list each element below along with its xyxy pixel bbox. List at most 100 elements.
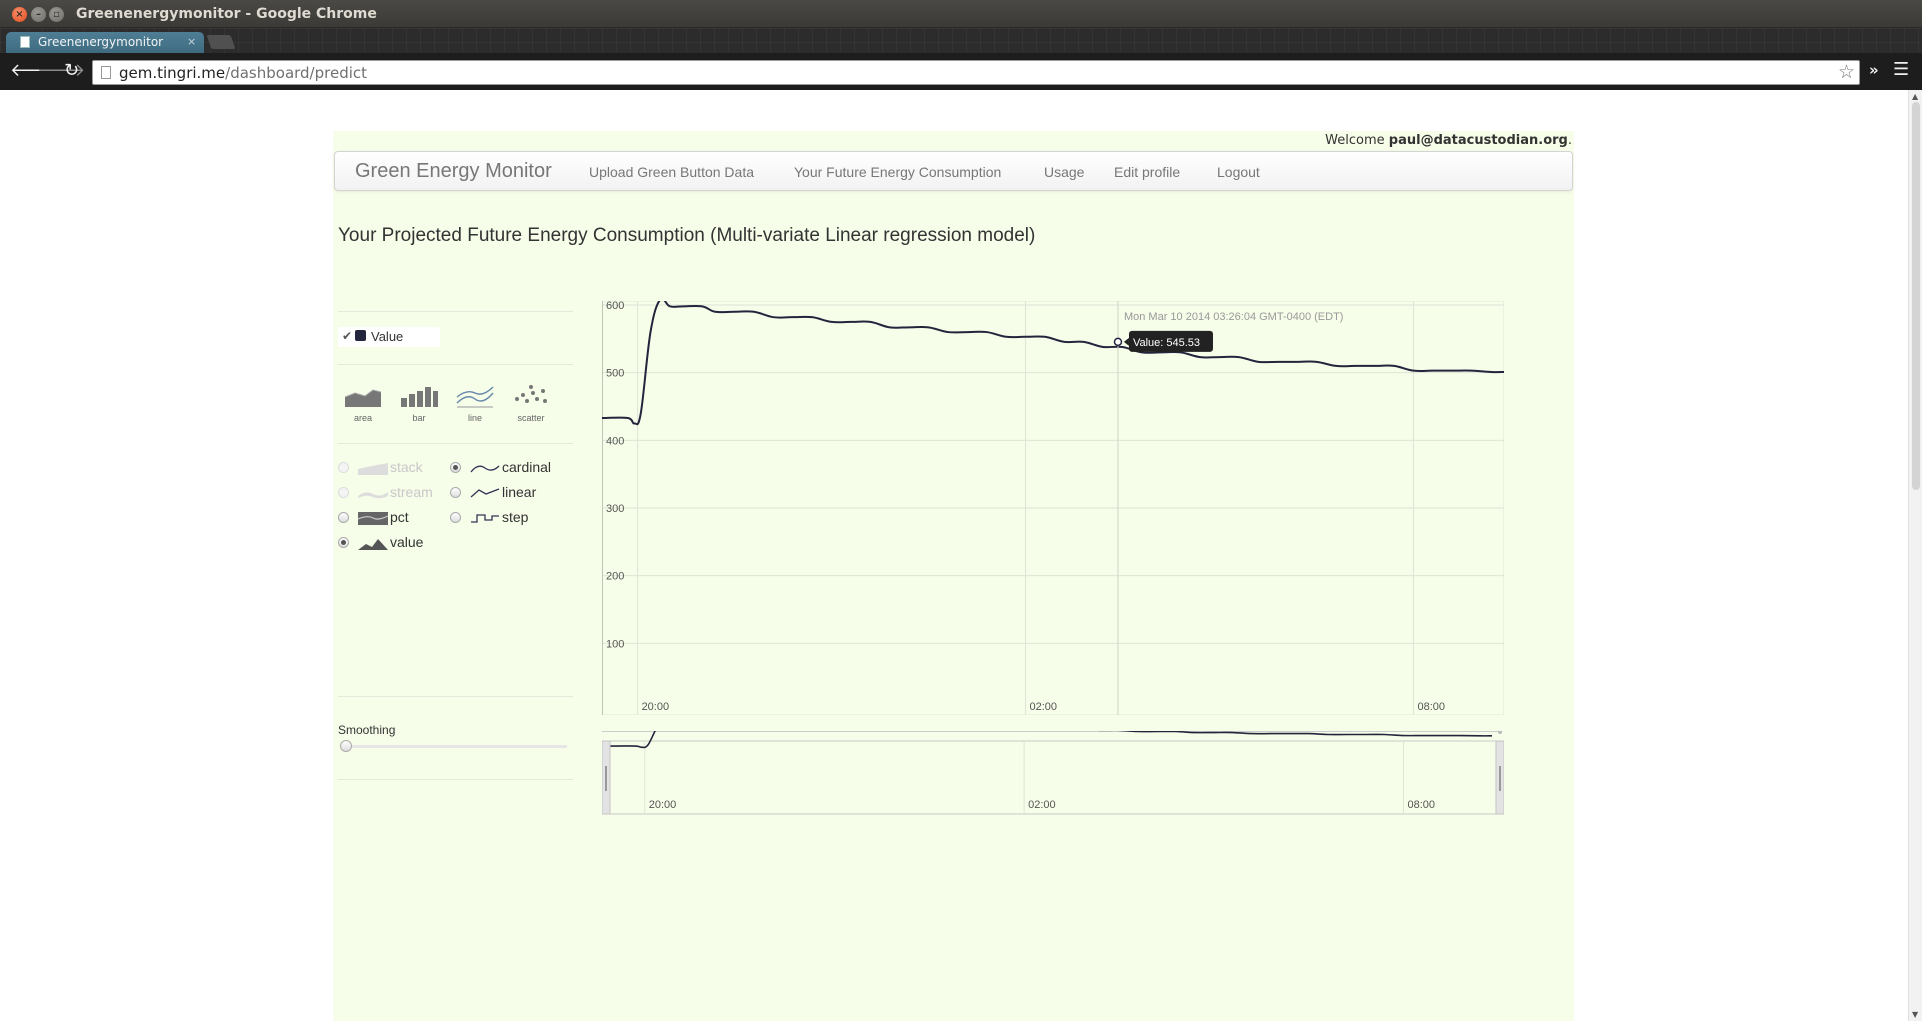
page-viewport: Welcome paul@datacustodian.org. Green En… bbox=[0, 90, 1922, 1021]
url-path: /dashboard/predict bbox=[225, 64, 368, 82]
scatter-chart-icon bbox=[515, 385, 547, 403]
chrome-menu-icon[interactable]: ☰ bbox=[1893, 59, 1909, 80]
site-navbar: Green Energy Monitor Upload Green Button… bbox=[334, 151, 1573, 191]
interp-step-label: step bbox=[502, 509, 529, 525]
y-tick-label: 200 bbox=[606, 571, 624, 583]
renderer-bar-button[interactable]: bar bbox=[396, 383, 442, 423]
browser-tab[interactable]: Greenenergymonitor × bbox=[6, 32, 204, 53]
y-tick-label: 400 bbox=[606, 435, 624, 447]
window-titlebar: × – ▫ Greenenergymonitor - Google Chrome bbox=[0, 0, 1922, 28]
bookmark-star-icon[interactable]: ☆ bbox=[1838, 61, 1855, 83]
pct-icon bbox=[358, 512, 388, 525]
browser-toolbar: 🡐 🡒 ↻ gem.tingri.me/dashboard/predict ☆ … bbox=[0, 53, 1922, 90]
scroll-thumb[interactable] bbox=[1912, 102, 1920, 490]
legend-label: Value bbox=[371, 329, 404, 344]
interp-linear-radio[interactable] bbox=[450, 487, 461, 498]
cardinal-icon bbox=[470, 465, 500, 473]
offset-pct-label: pct bbox=[390, 509, 409, 525]
offset-stream-label: stream bbox=[390, 484, 433, 500]
hover-dot bbox=[1113, 337, 1123, 347]
page-icon bbox=[101, 66, 111, 79]
page-scrollbar[interactable]: ▲ ▼ bbox=[1908, 90, 1922, 1021]
tab-label: Greenenergymonitor bbox=[38, 35, 164, 49]
step-icon bbox=[471, 514, 499, 523]
window-minimize-button[interactable]: – bbox=[31, 7, 46, 22]
hover-value-label: Value: 545.53 bbox=[1133, 337, 1200, 349]
preview-end-dot bbox=[1498, 731, 1502, 734]
smoothing-slider-track[interactable] bbox=[344, 745, 567, 748]
value-icon bbox=[358, 539, 388, 550]
welcome-suffix: . bbox=[1567, 133, 1572, 148]
tab-strip: Greenenergymonitor × bbox=[0, 28, 1922, 53]
renderer-area-button[interactable]: area bbox=[340, 383, 386, 423]
line-chart-icon bbox=[456, 386, 494, 408]
new-tab-button[interactable] bbox=[206, 35, 236, 49]
legend-item-value[interactable]: ✔ Value bbox=[338, 327, 440, 347]
offset-pct-radio[interactable] bbox=[338, 512, 349, 523]
url-domain: gem.tingri.me bbox=[119, 64, 226, 82]
scroll-up-arrow-icon[interactable]: ▲ bbox=[1912, 92, 1918, 101]
nav-edit-profile[interactable]: Edit profile bbox=[1114, 164, 1180, 180]
address-bar[interactable]: gem.tingri.me/dashboard/predict ☆ bbox=[92, 60, 1860, 85]
divider bbox=[338, 696, 573, 697]
x-axis: 20:00 02:00 08:00 bbox=[642, 701, 1445, 713]
scroll-down-arrow-icon[interactable]: ▼ bbox=[1912, 1010, 1918, 1019]
stack-icon bbox=[358, 463, 388, 475]
renderer-scatter-button[interactable]: scatter bbox=[508, 383, 554, 423]
divider bbox=[338, 311, 573, 312]
window-maximize-button[interactable]: ▫ bbox=[49, 7, 64, 22]
offset-value-radio[interactable] bbox=[338, 537, 349, 548]
y-tick-label: 500 bbox=[606, 368, 624, 380]
page-container: Welcome paul@datacustodian.org. Green En… bbox=[333, 131, 1574, 1021]
y-tick-label: 600 bbox=[606, 301, 624, 312]
linear-icon bbox=[470, 488, 500, 498]
brand-link[interactable]: Green Energy Monitor bbox=[355, 160, 552, 183]
x-tick-label: 02:00 bbox=[1030, 701, 1058, 713]
reload-icon[interactable]: ↻ bbox=[64, 61, 79, 81]
y-axis: 100 200 300 400 500 600 bbox=[606, 301, 624, 650]
welcome-user: paul@datacustodian.org bbox=[1388, 133, 1568, 148]
offset-stack-label: stack bbox=[390, 459, 423, 475]
nav-upload-green-button-data[interactable]: Upload Green Button Data bbox=[589, 164, 754, 180]
preview-grid: 20:00 02:00 08:00 bbox=[602, 731, 1504, 815]
extensions-chevron-icon[interactable]: » bbox=[1869, 61, 1879, 79]
legend-swatch bbox=[355, 330, 366, 341]
energy-line-chart[interactable]: 100 200 300 400 500 600 20:00 02:00 08:00 Mon M… bbox=[602, 301, 1504, 715]
window-close-button[interactable]: × bbox=[12, 7, 27, 22]
y-tick-label: 100 bbox=[606, 638, 624, 650]
preview-tick-label: 08:00 bbox=[1407, 799, 1435, 811]
offset-stream-radio[interactable] bbox=[338, 487, 349, 498]
renderer-area-label: area bbox=[353, 413, 372, 423]
area-chart-icon bbox=[344, 389, 382, 407]
page-title: Your Projected Future Energy Consumption… bbox=[338, 225, 1036, 246]
x-tick-label: 20:00 bbox=[642, 701, 670, 713]
smoothing-slider-handle[interactable] bbox=[340, 740, 352, 752]
x-tick-label: 08:00 bbox=[1417, 701, 1445, 713]
series-line-value bbox=[602, 301, 1504, 426]
nav-logout[interactable]: Logout bbox=[1217, 164, 1260, 180]
preview-tick-label: 02:00 bbox=[1028, 799, 1056, 811]
smoothing-label: Smoothing bbox=[338, 723, 396, 737]
url-text[interactable]: gem.tingri.me/dashboard/predict bbox=[119, 64, 367, 82]
renderer-bar-label: bar bbox=[412, 413, 426, 423]
hover-date-label: Mon Mar 10 2014 03:26:04 GMT-0400 (EDT) bbox=[1124, 311, 1344, 323]
preview-tick-label: 20:00 bbox=[649, 799, 677, 811]
divider bbox=[338, 364, 573, 365]
divider bbox=[338, 443, 573, 444]
interp-step-radio[interactable] bbox=[450, 512, 461, 523]
divider bbox=[338, 779, 573, 780]
renderer-line-label: line bbox=[467, 413, 482, 423]
bar-chart-icon bbox=[401, 387, 438, 407]
nav-future-energy-consumption[interactable]: Your Future Energy Consumption bbox=[794, 164, 1001, 180]
check-icon[interactable]: ✔ bbox=[342, 329, 352, 343]
renderer-line-button[interactable]: line bbox=[452, 383, 498, 423]
stream-icon bbox=[358, 492, 388, 499]
y-tick-label: 300 bbox=[606, 503, 624, 515]
page-icon bbox=[20, 36, 30, 48]
welcome-text: Welcome paul@datacustodian.org. bbox=[1325, 133, 1572, 148]
interp-cardinal-radio[interactable] bbox=[450, 462, 461, 473]
nav-usage[interactable]: Usage bbox=[1044, 164, 1084, 180]
range-slider-preview[interactable]: 20:00 02:00 08:00 bbox=[602, 731, 1504, 816]
tab-close-icon[interactable]: × bbox=[187, 35, 196, 48]
offset-stack-radio[interactable] bbox=[338, 462, 349, 473]
